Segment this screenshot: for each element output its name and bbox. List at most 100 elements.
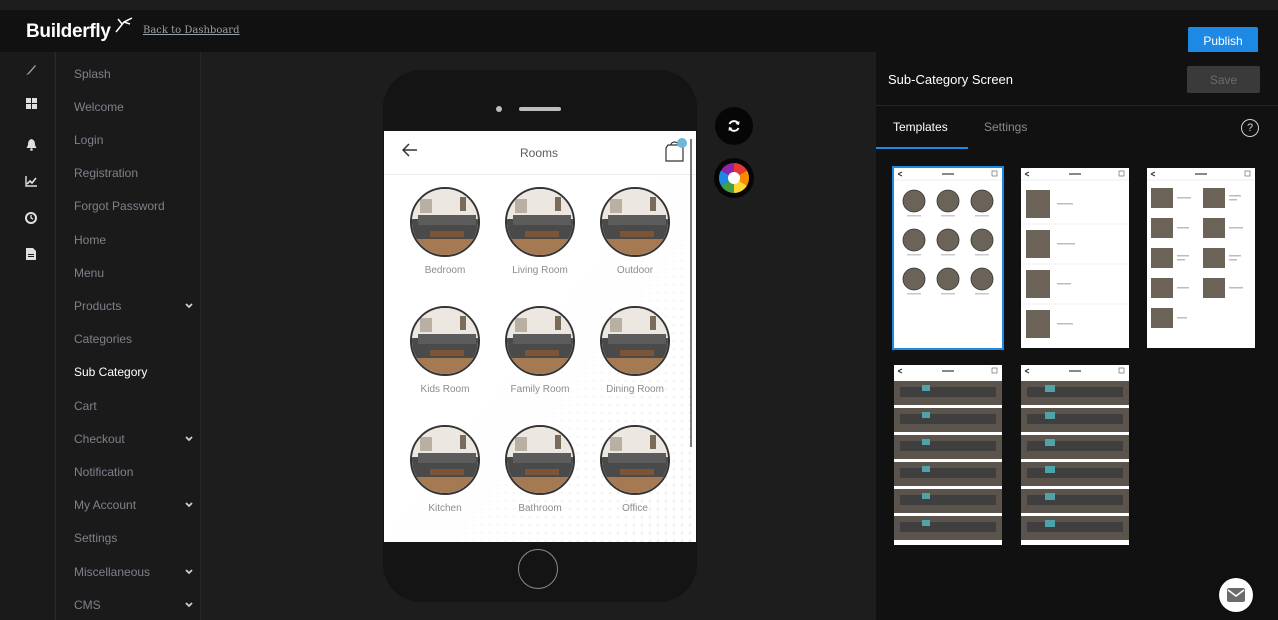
- refresh-button[interactable]: [715, 107, 753, 145]
- tab-templates[interactable]: Templates: [893, 120, 948, 134]
- nav-item-products[interactable]: Products: [74, 297, 198, 315]
- nav-item-checkout[interactable]: Checkout: [74, 430, 198, 448]
- template-preview: [1021, 365, 1129, 545]
- category-item[interactable]: Office: [595, 425, 675, 514]
- nav-item-cart[interactable]: Cart: [74, 397, 198, 415]
- category-label: Office: [622, 503, 648, 514]
- phone-speaker: [519, 107, 561, 111]
- category-label: Outdoor: [616, 265, 654, 276]
- category-item[interactable]: Bathroom: [500, 425, 580, 514]
- nav-item-label: Registration: [74, 166, 139, 180]
- category-item[interactable]: Kitchen: [405, 425, 485, 514]
- template-preview: [894, 168, 1002, 348]
- nav-item-label: CMS: [74, 598, 101, 612]
- color-wheel-icon: [718, 163, 750, 193]
- chevron-down-icon: [185, 502, 193, 508]
- category-image: [410, 425, 480, 495]
- category-image: [600, 187, 670, 257]
- chevron-down-icon: [185, 602, 193, 608]
- mail-icon: [1227, 588, 1245, 602]
- nav-item-registration[interactable]: Registration: [74, 164, 198, 182]
- nav-item-label: Login: [74, 133, 104, 147]
- brush-icon[interactable]: [24, 63, 38, 77]
- nav-item-label: Splash: [74, 67, 111, 81]
- tool-icon-bar: [0, 52, 54, 620]
- nav-item-label: Checkout: [74, 432, 125, 446]
- nav-item-label: Welcome: [74, 100, 124, 114]
- grid-icon[interactable]: [24, 96, 38, 110]
- bell-icon[interactable]: [24, 138, 38, 152]
- nav-item-label: Sub Category: [74, 365, 148, 379]
- top-bar: Builderfly Back to Dashboard Publish: [0, 10, 1278, 55]
- logo-wing-icon: [115, 17, 133, 33]
- category-label: Dining Room: [606, 384, 664, 395]
- color-palette-button[interactable]: [714, 158, 754, 198]
- nav-item-menu[interactable]: Menu: [74, 264, 198, 282]
- nav-item-label: Forgot Password: [74, 199, 165, 213]
- nav-item-label: Menu: [74, 266, 105, 280]
- category-item[interactable]: Family Room: [500, 306, 580, 395]
- template-card[interactable]: [892, 166, 1004, 350]
- category-label: Kids Room: [420, 384, 470, 395]
- nav-item-label: Cart: [74, 399, 97, 413]
- tab-settings[interactable]: Settings: [984, 120, 1027, 134]
- help-icon[interactable]: ?: [1241, 119, 1259, 137]
- nav-item-welcome[interactable]: Welcome: [74, 98, 198, 116]
- nav-item-miscellaneous[interactable]: Miscellaneous: [74, 563, 198, 581]
- nav-item-notification[interactable]: Notification: [74, 463, 198, 481]
- nav-item-label: Home: [74, 233, 107, 247]
- category-label: Bathroom: [518, 503, 562, 514]
- screen-title: Rooms: [519, 146, 558, 160]
- category-item[interactable]: Living Room: [500, 187, 580, 276]
- category-item[interactable]: Kids Room: [405, 306, 485, 395]
- panel-divider: [876, 105, 1278, 106]
- nav-item-label: Miscellaneous: [74, 565, 151, 579]
- template-card[interactable]: [1021, 168, 1129, 348]
- phone-home-button: [518, 549, 558, 589]
- back-to-dashboard-link[interactable]: Back to Dashboard: [143, 25, 239, 36]
- mail-button[interactable]: [1219, 578, 1253, 612]
- clock-icon[interactable]: [24, 211, 38, 225]
- builder-app: Builderfly Back to Dashboard Publish Spl…: [0, 0, 1278, 620]
- document-icon[interactable]: [24, 247, 38, 261]
- template-preview: [1021, 168, 1129, 348]
- template-card[interactable]: [1147, 168, 1255, 348]
- nav-item-splash[interactable]: Splash: [74, 65, 198, 83]
- nav-item-my-account[interactable]: My Account: [74, 496, 198, 514]
- settings-panel: Sub-Category Screen Save Templates Setti…: [876, 52, 1278, 620]
- template-card[interactable]: [1021, 365, 1129, 545]
- chevron-down-icon: [185, 569, 193, 575]
- nav-item-login[interactable]: Login: [74, 131, 198, 149]
- category-label: Bedroom: [424, 265, 466, 276]
- nav-item-sub-category[interactable]: Sub Category: [74, 363, 198, 381]
- shopping-bag-icon[interactable]: [663, 137, 689, 163]
- nav-item-label: Products: [74, 299, 122, 313]
- active-tab-indicator: [876, 147, 968, 149]
- nav-item-settings[interactable]: Settings: [74, 529, 198, 547]
- nav-item-categories[interactable]: Categories: [74, 330, 198, 348]
- category-image: [600, 306, 670, 376]
- category-image: [410, 306, 480, 376]
- nav-item-label: My Account: [74, 498, 137, 512]
- template-card[interactable]: [894, 365, 1002, 545]
- category-label: Family Room: [510, 384, 570, 395]
- chevron-down-icon: [185, 436, 193, 442]
- category-image: [410, 187, 480, 257]
- refresh-icon: [728, 120, 740, 132]
- nav-item-forgot-password[interactable]: Forgot Password: [74, 197, 198, 215]
- category-item[interactable]: Dining Room: [595, 306, 675, 395]
- category-image: [505, 187, 575, 257]
- publish-button[interactable]: Publish: [1188, 27, 1258, 55]
- category-image: [505, 306, 575, 376]
- template-preview: [894, 365, 1002, 545]
- nav-item-label: Settings: [74, 531, 118, 545]
- category-item[interactable]: Bedroom: [405, 187, 485, 276]
- panel-title: Sub-Category Screen: [888, 72, 1014, 87]
- save-button[interactable]: Save: [1187, 66, 1260, 93]
- chart-icon[interactable]: [24, 174, 38, 188]
- nav-item-home[interactable]: Home: [74, 231, 198, 249]
- scrollbar[interactable]: [690, 139, 692, 447]
- template-preview: [1147, 168, 1255, 348]
- nav-item-cms[interactable]: CMS: [74, 596, 198, 614]
- category-item[interactable]: Outdoor: [595, 187, 675, 276]
